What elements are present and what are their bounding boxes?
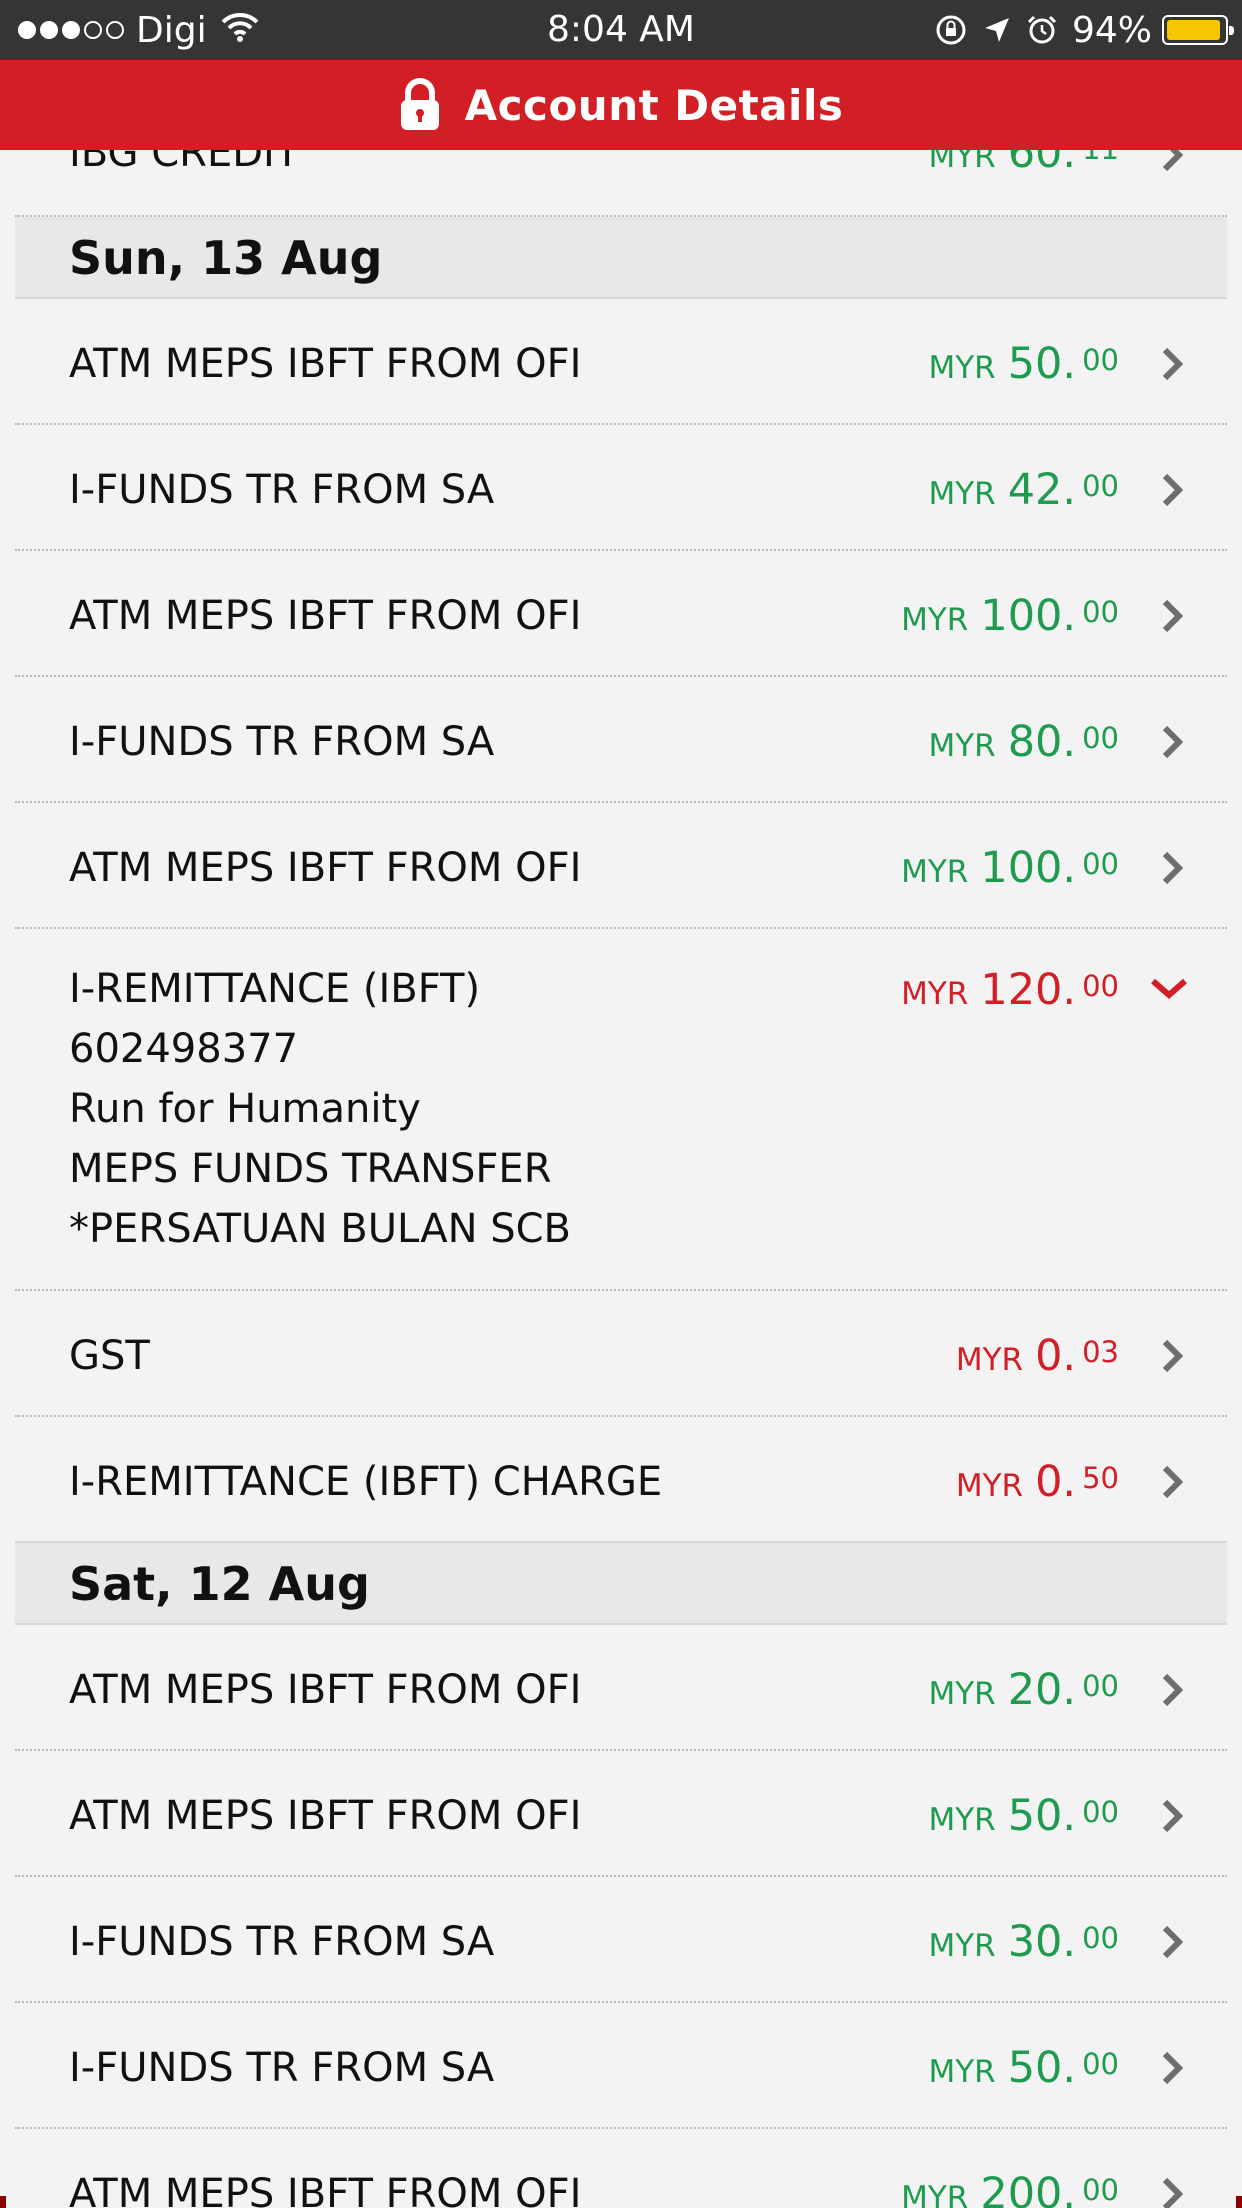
chevron-right-icon[interactable] [1157,1796,1187,1836]
transaction-amount: MYR 200. 00 [901,2169,1119,2208]
transaction-amount: MYR 30. 00 [928,1917,1119,1967]
transaction-amount: MYR 0. 03 [955,1331,1119,1381]
transaction-description: I-REMITTANCE (IBFT) [69,966,481,1012]
transaction-row[interactable]: ATM MEPS IBFT FROM OFI MYR 100. 00 [15,803,1227,929]
battery-icon [1162,15,1234,45]
page-title: Account Details [464,80,844,130]
transaction-amount: MYR 0. 50 [955,1457,1119,1507]
transaction-note: Run for Humanity [69,1086,421,1132]
chevron-right-icon[interactable] [1157,2048,1187,2088]
transaction-list[interactable]: IBG CREDIT MYR60.11 Sun, 13 Aug ATM MEPS… [15,90,1227,2208]
transaction-description: ATM MEPS IBFT FROM OFI [69,341,582,387]
transaction-description: ATM MEPS IBFT FROM OFI [69,1793,582,1839]
transaction-amount: MYR 20. 00 [928,1665,1119,1715]
transaction-description: ATM MEPS IBFT FROM OFI [69,2171,582,2208]
section-date: Sat, 12 Aug [69,1557,370,1611]
transaction-recipient: *PERSATUAN BULAN SCB [69,1206,571,1252]
transaction-description: ATM MEPS IBFT FROM OFI [69,1667,582,1713]
transaction-amount: MYR 80. 00 [928,717,1119,767]
transaction-row[interactable]: ATM MEPS IBFT FROM OFI MYR 50. 00 [15,299,1227,425]
transaction-channel: MEPS FUNDS TRANSFER [69,1146,552,1192]
transaction-reference: 602498377 [69,1026,299,1072]
transaction-row[interactable]: I-REMITTANCE (IBFT) CHARGE MYR 0. 50 [15,1417,1227,1543]
transaction-details: I-REMITTANCE (IBFT) 602498377 Run for Hu… [69,959,571,1259]
transaction-description: ATM MEPS IBFT FROM OFI [69,845,582,891]
transaction-amount: MYR 50. 00 [928,339,1119,389]
transaction-row[interactable]: ATM MEPS IBFT FROM OFI MYR 20. 00 [15,1625,1227,1751]
chevron-right-icon[interactable] [1157,2174,1187,2208]
transaction-description: I-FUNDS TR FROM SA [69,1919,495,1965]
status-bar: Digi 8:04 AM 94% [0,0,1242,60]
chevron-right-icon[interactable] [1157,1462,1187,1502]
transaction-amount: MYR 120. 00 [901,965,1119,1015]
transaction-description: I-FUNDS TR FROM SA [69,467,495,513]
transaction-description: GST [69,1333,150,1379]
lock-icon [399,78,441,132]
transaction-amount: MYR 100. 00 [901,843,1119,893]
location-arrow-icon [982,15,1012,45]
chevron-down-icon[interactable] [1147,973,1191,1003]
transaction-description: ATM MEPS IBFT FROM OFI [69,593,582,639]
transaction-row[interactable]: ATM MEPS IBFT FROM OFI MYR 200. 00 [15,2129,1227,2208]
scroll-edge-marker [0,2196,6,2208]
transaction-row[interactable]: ATM MEPS IBFT FROM OFI MYR 50. 00 [15,1751,1227,1877]
transaction-row-expanded[interactable]: I-REMITTANCE (IBFT) 602498377 Run for Hu… [15,929,1227,1291]
chevron-right-icon[interactable] [1157,596,1187,636]
chevron-right-icon[interactable] [1157,470,1187,510]
chevron-right-icon[interactable] [1157,344,1187,384]
alarm-icon [1026,14,1058,46]
date-section-header: Sat, 12 Aug [15,1543,1227,1625]
chevron-right-icon[interactable] [1157,1922,1187,1962]
transaction-amount: MYR 50. 00 [928,2043,1119,2093]
date-section-header: Sun, 13 Aug [15,217,1227,299]
transaction-row[interactable]: I-FUNDS TR FROM SA MYR 42. 00 [15,425,1227,551]
transaction-amount: MYR 50. 00 [928,1791,1119,1841]
scroll-edge-marker [1236,2196,1242,2208]
transaction-row[interactable]: GST MYR 0. 03 [15,1291,1227,1417]
orientation-lock-icon [934,13,968,47]
transaction-row[interactable]: ATM MEPS IBFT FROM OFI MYR 100. 00 [15,551,1227,677]
transaction-description: I-REMITTANCE (IBFT) CHARGE [69,1459,663,1505]
transaction-amount: MYR 42. 00 [928,465,1119,515]
section-date: Sun, 13 Aug [69,231,383,285]
chevron-right-icon[interactable] [1157,848,1187,888]
transaction-description: I-FUNDS TR FROM SA [69,719,495,765]
transaction-amount: MYR 100. 00 [901,591,1119,641]
transaction-description: I-FUNDS TR FROM SA [69,2045,495,2091]
chevron-right-icon[interactable] [1157,1670,1187,1710]
chevron-right-icon[interactable] [1157,722,1187,762]
app-header: Account Details [0,60,1242,150]
transaction-row[interactable]: I-FUNDS TR FROM SA MYR 80. 00 [15,677,1227,803]
transaction-row[interactable]: I-FUNDS TR FROM SA MYR 50. 00 [15,2003,1227,2129]
chevron-right-icon[interactable] [1157,1336,1187,1376]
battery-percentage: 94% [1071,9,1152,51]
transaction-row[interactable]: I-FUNDS TR FROM SA MYR 30. 00 [15,1877,1227,2003]
